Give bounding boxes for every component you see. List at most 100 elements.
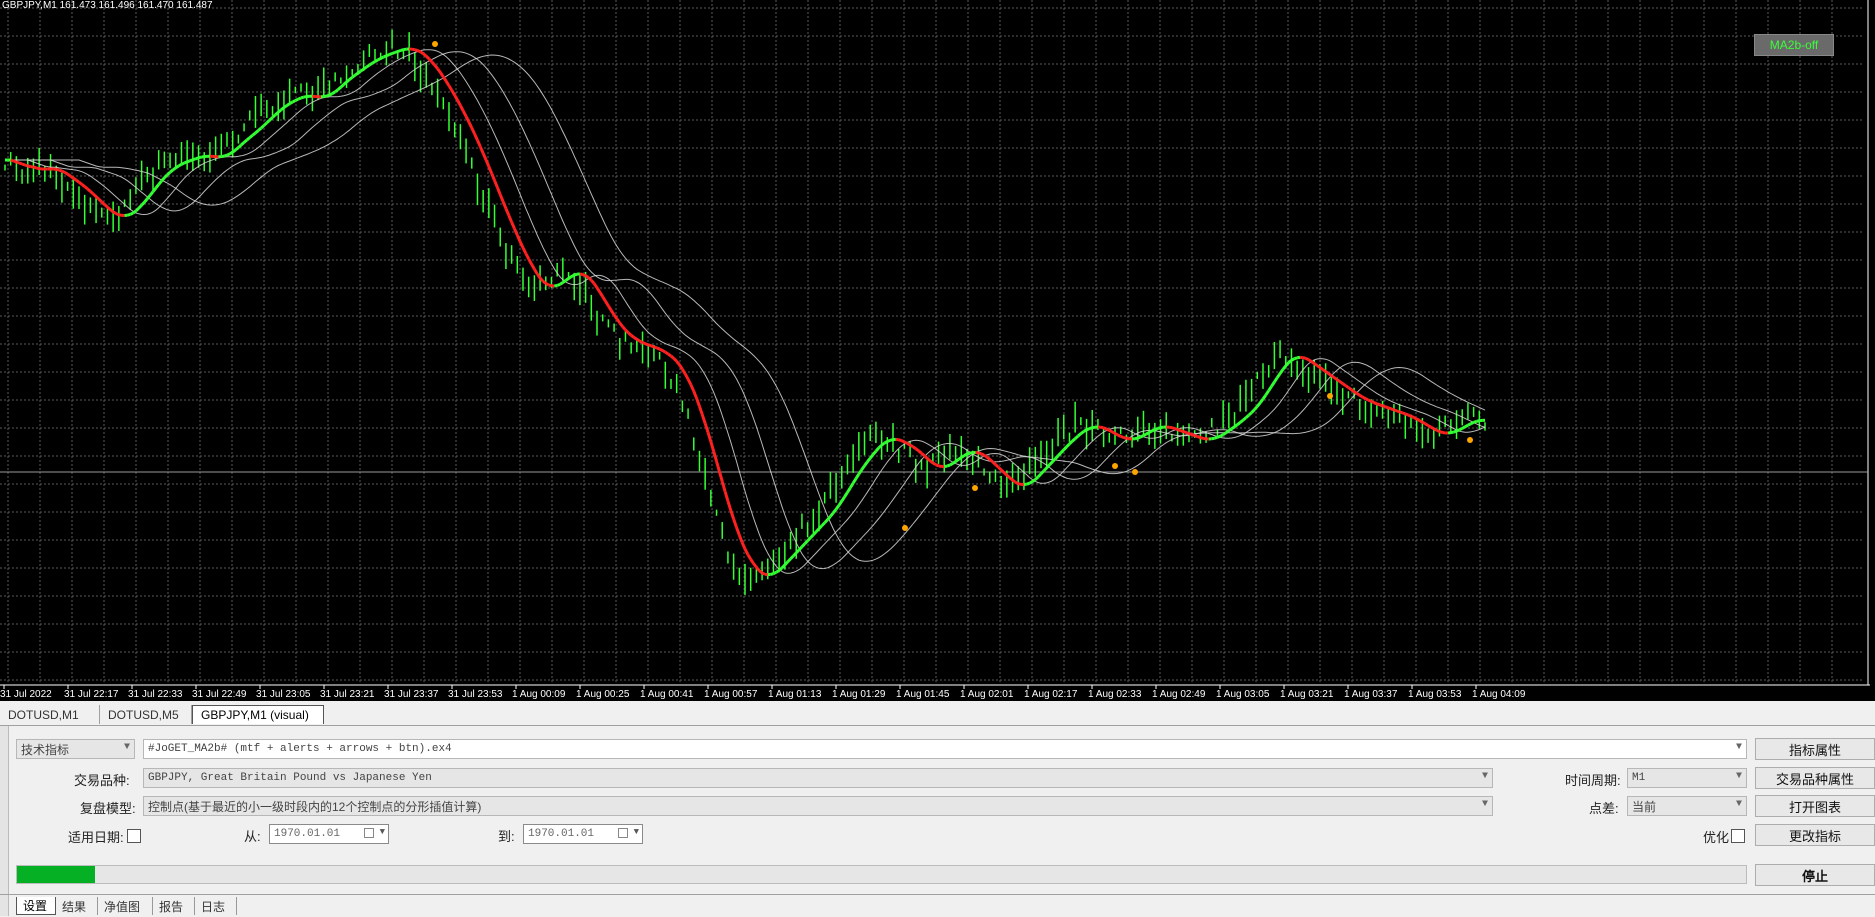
ma2b-line-segment [532,264,535,269]
ma2b-line-segment [603,297,606,302]
tab-journal[interactable]: 日志 [195,897,237,915]
ma2b-line-segment [1385,407,1388,408]
from-date-picker[interactable]: 1970.01.01 ▼ [269,824,389,844]
use-date-checkbox[interactable] [127,829,141,843]
tester-type-select[interactable]: 技术指标 ▼ [16,739,135,759]
symbol-select[interactable]: GBPJPY, Great Britain Pound vs Japanese … [143,768,1493,788]
ma2b-line-segment [978,453,981,454]
ma2b-line-segment [953,461,956,463]
ma2b-line-segment [546,283,549,285]
ma2b-line-segment [1032,480,1035,482]
ma2b-line-segment [1434,429,1437,430]
ma2b-line-segment [865,462,868,466]
to-label: 到: [498,826,515,845]
tab-dotusd-m5[interactable]: DOTUSD,M5 [100,705,192,724]
ma2b-line-segment [1306,358,1309,359]
tab-results[interactable]: 结果 [56,897,98,915]
ma2b-line-segment [85,187,88,189]
ma2b-line-segment [708,432,711,441]
tab-gbpjpy-m1-visual[interactable]: GBPJPY,M1 (visual) [192,705,324,724]
panel-grip[interactable] [0,726,9,916]
time-label: 31 Jul 22:33 [128,689,183,700]
to-date-picker[interactable]: 1970.01.01 ▼ [523,824,643,844]
ma2b-line-segment [184,162,187,163]
period-select[interactable]: M1 ▼ [1627,768,1747,788]
symbol-properties-button[interactable]: 交易品种属性 [1755,767,1875,789]
ma2b-line-segment [392,52,395,53]
ma2b-line-segment [998,467,1001,470]
ma2b-line-segment [1291,359,1294,361]
ma2b-line-segment [361,69,364,71]
ma2b-line-segment [150,192,153,196]
ma2b-line-segment [503,202,506,209]
ma2b-line-segment [1041,471,1044,474]
modify-indicator-button[interactable]: 更改指标 [1755,824,1875,846]
ma2b-line-segment [1383,406,1386,407]
ma2b-line-segment [480,147,483,154]
ma2b-line-segment [919,451,922,453]
tab-report[interactable]: 报告 [153,897,195,915]
stop-button[interactable]: 停止 [1755,864,1875,886]
time-label: 1 Aug 01:13 [768,689,822,700]
ma2b-line-segment [597,288,600,292]
ma2b-line-segment [1078,434,1081,436]
time-label: 1 Aug 02:01 [960,689,1014,700]
ma2b-line-segment [278,110,281,112]
price-chart[interactable]: 31 Jul 202231 Jul 22:1731 Jul 22:3331 Ju… [0,0,1875,701]
ma2b-toggle-button[interactable]: MA2b-off [1754,34,1834,56]
ma2b-line-segment [677,361,680,365]
ma2b-line-segment [347,80,350,82]
ma2b-line-segment [984,455,987,457]
ma2b-line-segment [1371,401,1374,402]
ma2b-line-segment [762,573,765,574]
ma2b-line-segment [261,125,264,128]
ma2b-line-segment [401,50,404,51]
ma2b-line-segment [381,57,384,58]
chevron-down-icon: ▼ [1482,771,1488,782]
ma2b-line-segment [1069,441,1072,444]
tab-dotusd-m1[interactable]: DOTUSD,M1 [0,705,100,724]
chart-canvas[interactable]: 31 Jul 202231 Jul 22:1731 Jul 22:3331 Ju… [0,0,1875,701]
ma2b-line-segment [1172,428,1175,429]
ma2b-line-segment [788,559,791,562]
tester-type-value: 技术指标 [21,741,69,758]
ma2b-line-segment [859,470,862,474]
ma2b-line-segment [349,77,352,79]
indicator-file-select[interactable]: #JoGET_MA2b# (mtf + alerts + arrows + bt… [143,739,1747,759]
ma2b-line-segment [512,222,515,229]
ma2b-line-segment [1064,447,1067,450]
ma2b-line-segment [236,148,239,150]
ma2b-line-segment [110,210,113,212]
ma2b-line-segment [808,538,811,541]
ma2b-line-segment [739,535,742,542]
ma2b-line-segment [822,523,825,526]
ma2b-line-segment [1337,380,1340,382]
ma2b-line-segment [102,202,105,205]
ma2b-line-segment [1437,430,1440,431]
spread-select[interactable]: 当前 ▼ [1627,796,1747,816]
tab-equity-graph[interactable]: 净值图 [98,897,153,915]
ma2b-line-segment [270,117,273,120]
ma2b-line-segment [292,101,295,103]
ma2b-line-segment [463,111,466,117]
ma2b-line-segment [142,202,145,205]
ma2b-line-segment [674,358,677,361]
ma2b-line-segment [873,451,876,454]
ma2b-line-segment [1149,431,1152,433]
ma2b-line-segment [19,163,22,164]
optimize-checkbox[interactable] [1731,829,1745,843]
to-date-value: 1970.01.01 [528,828,594,840]
ma2b-line-segment [250,135,253,137]
model-select[interactable]: 控制点(基于最近的小一级时段内的12个控制点的分形插值计算) ▼ [143,796,1493,816]
ma2b-line-segment [839,501,842,505]
from-date-value: 1970.01.01 [274,828,340,840]
indicator-properties-button[interactable]: 指标属性 [1755,738,1875,760]
ma2b-line-segment [606,301,609,306]
ma2b-line-segment [705,423,708,432]
open-chart-button[interactable]: 打开图表 [1755,795,1875,817]
ma2b-line-segment [657,348,660,349]
ma2b-line-segment [1232,427,1235,429]
ma2b-line-segment [728,501,731,510]
tab-settings[interactable]: 设置 [16,897,56,915]
ma2b-line-segment [1417,419,1420,421]
